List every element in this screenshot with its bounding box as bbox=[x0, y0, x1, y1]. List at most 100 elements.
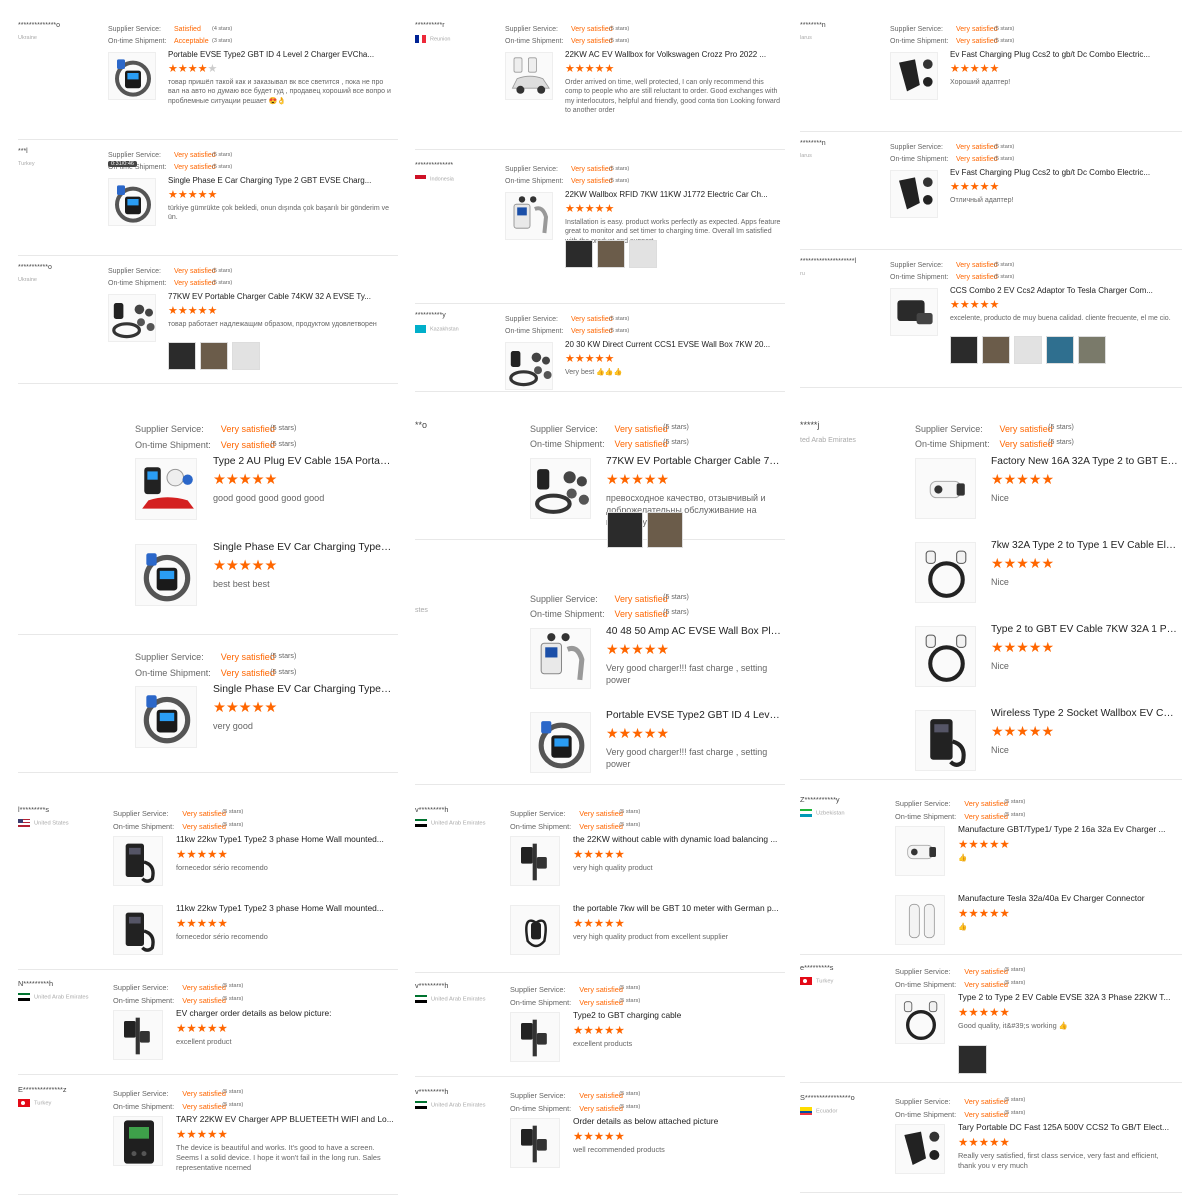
review-photo-thumbnail[interactable] bbox=[950, 336, 978, 364]
star-icon: ★ bbox=[979, 181, 990, 193]
kit-product-image[interactable] bbox=[108, 294, 156, 342]
cable-product-image[interactable] bbox=[895, 994, 945, 1044]
product-title[interactable]: 20 30 KW Direct Current CCS1 EVSE Wall B… bbox=[565, 340, 781, 349]
review-photo-thumbnail[interactable] bbox=[597, 240, 625, 268]
product-title[interactable]: Wireless Type 2 Socket Wallbox EV Charge… bbox=[991, 708, 1178, 719]
cable-product-image[interactable] bbox=[915, 542, 976, 603]
product-title[interactable]: Type 2 to Type 2 EV Cable EVSE 32A 3 Pha… bbox=[958, 992, 1178, 1002]
supplier-service-stars: (5 stars) bbox=[1048, 424, 1074, 431]
supplier-service-row: Supplier Service: Very satisfied (5 stars) bbox=[505, 166, 629, 178]
product-title[interactable]: Single Phase EV Car Charging Type 2 GBT … bbox=[213, 542, 394, 553]
review-photo-thumbnail[interactable] bbox=[168, 342, 196, 370]
cable-illustration bbox=[925, 634, 967, 682]
supplier-service-stars: (5 stars) bbox=[222, 1089, 244, 1095]
wallbox2-product-image[interactable] bbox=[113, 905, 163, 955]
product-title[interactable]: Type 2 AU Plug EV Cable 15A Portable EVS… bbox=[213, 456, 394, 467]
product-title[interactable]: the portable 7kw will be GBT 10 meter wi… bbox=[573, 903, 781, 913]
adapter-product-image[interactable] bbox=[895, 826, 945, 876]
review-photo-thumbnail[interactable] bbox=[607, 512, 643, 548]
ontime-shipment-label: On-time Shipment: bbox=[895, 979, 957, 989]
plug-product-image[interactable] bbox=[890, 52, 938, 100]
product-title[interactable]: Type 2 to GBT EV Cable 7KW 32A 1 Phase E… bbox=[991, 624, 1178, 635]
wallbox-product-image[interactable] bbox=[530, 628, 591, 689]
product-title[interactable]: Ev Fast Charging Plug Ccs2 to gb/t Dc Co… bbox=[950, 168, 1178, 177]
redcar-product-image[interactable] bbox=[135, 458, 197, 520]
product-title[interactable]: Type2 to GBT charging cable bbox=[573, 1010, 781, 1020]
portable2-product-image[interactable] bbox=[510, 905, 560, 955]
post-product-image[interactable] bbox=[510, 836, 560, 886]
ontime-shipment-row: On-time Shipment: Very satisfied (5 stars) bbox=[915, 439, 1074, 454]
screenbox-product-image[interactable] bbox=[113, 1116, 163, 1166]
review-photo-thumbnail[interactable] bbox=[1078, 336, 1106, 364]
star-rating: ★★★★★ bbox=[950, 180, 999, 193]
product-title[interactable]: Single Phase EV Car Charging Type 2 GBT … bbox=[213, 684, 394, 695]
product-title[interactable]: 7kw 32A Type 2 to Type 1 EV Cable Electr… bbox=[991, 540, 1178, 551]
post-product-image[interactable] bbox=[510, 1012, 560, 1062]
review-photo-thumbnail[interactable] bbox=[1046, 336, 1074, 364]
car-product-image[interactable] bbox=[505, 52, 553, 100]
review-photo-thumbnail[interactable] bbox=[982, 336, 1010, 364]
review-photo-thumbnail[interactable] bbox=[200, 342, 228, 370]
reviewer-name: ********************l bbox=[800, 258, 857, 265]
kit-product-image[interactable] bbox=[530, 458, 591, 519]
wallbox2-product-image[interactable] bbox=[113, 836, 163, 886]
product-title[interactable]: Manufacture Tesla 32a/40a Ev Charger Con… bbox=[958, 893, 1178, 903]
review-entry: **********r Reunion Supplier Service: Very … bbox=[415, 22, 785, 150]
product-title[interactable]: Order details as below attached picture bbox=[573, 1116, 781, 1126]
cable-product-image[interactable] bbox=[915, 626, 976, 687]
star-icon: ★ bbox=[573, 1024, 584, 1037]
adapter-product-image[interactable] bbox=[915, 458, 976, 519]
post-product-image[interactable] bbox=[510, 1118, 560, 1168]
star-icon: ★ bbox=[643, 725, 657, 742]
post-product-image[interactable] bbox=[113, 1010, 163, 1060]
rating-summary: Supplier Service: Very satisfied (5 stars)… bbox=[510, 1091, 640, 1116]
star-icon: ★ bbox=[950, 181, 960, 193]
product-title[interactable]: 77KW EV Portable Charger Cable 74KW 32 A… bbox=[168, 292, 394, 301]
review-photo-thumbnail[interactable] bbox=[958, 1045, 987, 1074]
product-title[interactable]: Ev Fast Charging Plug Ccs2 to gb/t Dc Co… bbox=[950, 50, 1178, 59]
supplier-service-value: Satisfied bbox=[174, 26, 201, 33]
coil-product-image[interactable] bbox=[108, 178, 156, 226]
review-photo-thumbnail[interactable] bbox=[629, 240, 657, 268]
product-title[interactable]: TARY 22KW EV Charger APP BLUETEETH WIFI … bbox=[176, 1114, 394, 1124]
product-title[interactable]: the 22KW without cable with dynamic load… bbox=[573, 834, 781, 844]
connector-product-image[interactable] bbox=[895, 895, 945, 945]
star-icon: ★ bbox=[958, 907, 969, 920]
product-title[interactable]: 40 48 50 Amp AC EVSE Wall Box Plugin 32A… bbox=[606, 626, 781, 637]
product-title[interactable]: Factory New 16A 32A Type 2 to GBT EV Ada… bbox=[991, 456, 1178, 467]
kit-product-image[interactable] bbox=[505, 342, 553, 390]
product-title[interactable]: 22KW AC EV Wallbox for Volkswagen Crozz … bbox=[565, 50, 781, 59]
portable-product-image[interactable] bbox=[108, 52, 156, 100]
product-title[interactable]: 11kw 22kw Type1 Type2 3 phase Home Wall … bbox=[176, 903, 394, 913]
star-icon: ★ bbox=[1016, 723, 1029, 740]
product-title[interactable]: 22KW Wallbox RFID 7KW 11KW J1772 Electri… bbox=[565, 190, 781, 199]
product-title[interactable]: EV charger order details as below pictur… bbox=[176, 1008, 394, 1018]
plug-product-image[interactable] bbox=[890, 170, 938, 218]
reviewer-country: Uzbekistan bbox=[800, 808, 845, 817]
review-photo-thumbnail[interactable] bbox=[232, 342, 260, 370]
review-photo-thumbnail[interactable] bbox=[565, 240, 593, 268]
star-icon: ★ bbox=[207, 63, 218, 75]
coil-product-image[interactable] bbox=[135, 544, 197, 606]
product-title[interactable]: CCS Combo 2 EV Ccs2 Adaptor To Tesla Cha… bbox=[950, 286, 1178, 295]
product-title[interactable]: Single Phase E Car Charging Type 2 GBT E… bbox=[168, 176, 394, 185]
review-entry: e*********s Turkey Supplier Service: Very s… bbox=[800, 963, 1182, 1083]
product-title[interactable]: 11kw 22kw Type1 Type2 3 phase Home Wall … bbox=[176, 834, 394, 844]
star-icon: ★ bbox=[197, 63, 208, 75]
product-title[interactable]: Portable EVSE Type2 GBT ID 4 Level 2 Cha… bbox=[168, 50, 394, 59]
plug-product-image[interactable] bbox=[895, 1124, 945, 1174]
ontime-shipment-stars: (5 stars) bbox=[212, 280, 233, 286]
coil-product-image[interactable] bbox=[135, 686, 197, 748]
product-title[interactable]: Tary Portable DC Fast 125A 500V CCS2 To … bbox=[958, 1122, 1178, 1132]
review-photo-thumbnail[interactable] bbox=[647, 512, 683, 548]
case-product-image[interactable] bbox=[890, 288, 938, 336]
portable-product-image[interactable] bbox=[530, 712, 591, 773]
plug-illustration bbox=[899, 177, 933, 210]
wallbox2-product-image[interactable] bbox=[915, 710, 976, 771]
review-photo-thumbnail[interactable] bbox=[1014, 336, 1042, 364]
product-title[interactable]: Portable EVSE Type2 GBT ID 4 Level 2 Cha… bbox=[606, 710, 781, 721]
product-title[interactable]: Manufacture GBT/Type1/ Type 2 16a 32a Ev… bbox=[958, 824, 1178, 834]
wallbox-product-image[interactable] bbox=[505, 192, 553, 240]
star-rating: ★★★★★ bbox=[991, 723, 1054, 740]
product-title[interactable]: 77KW EV Portable Charger Cable 74KW 32 A… bbox=[606, 456, 781, 467]
